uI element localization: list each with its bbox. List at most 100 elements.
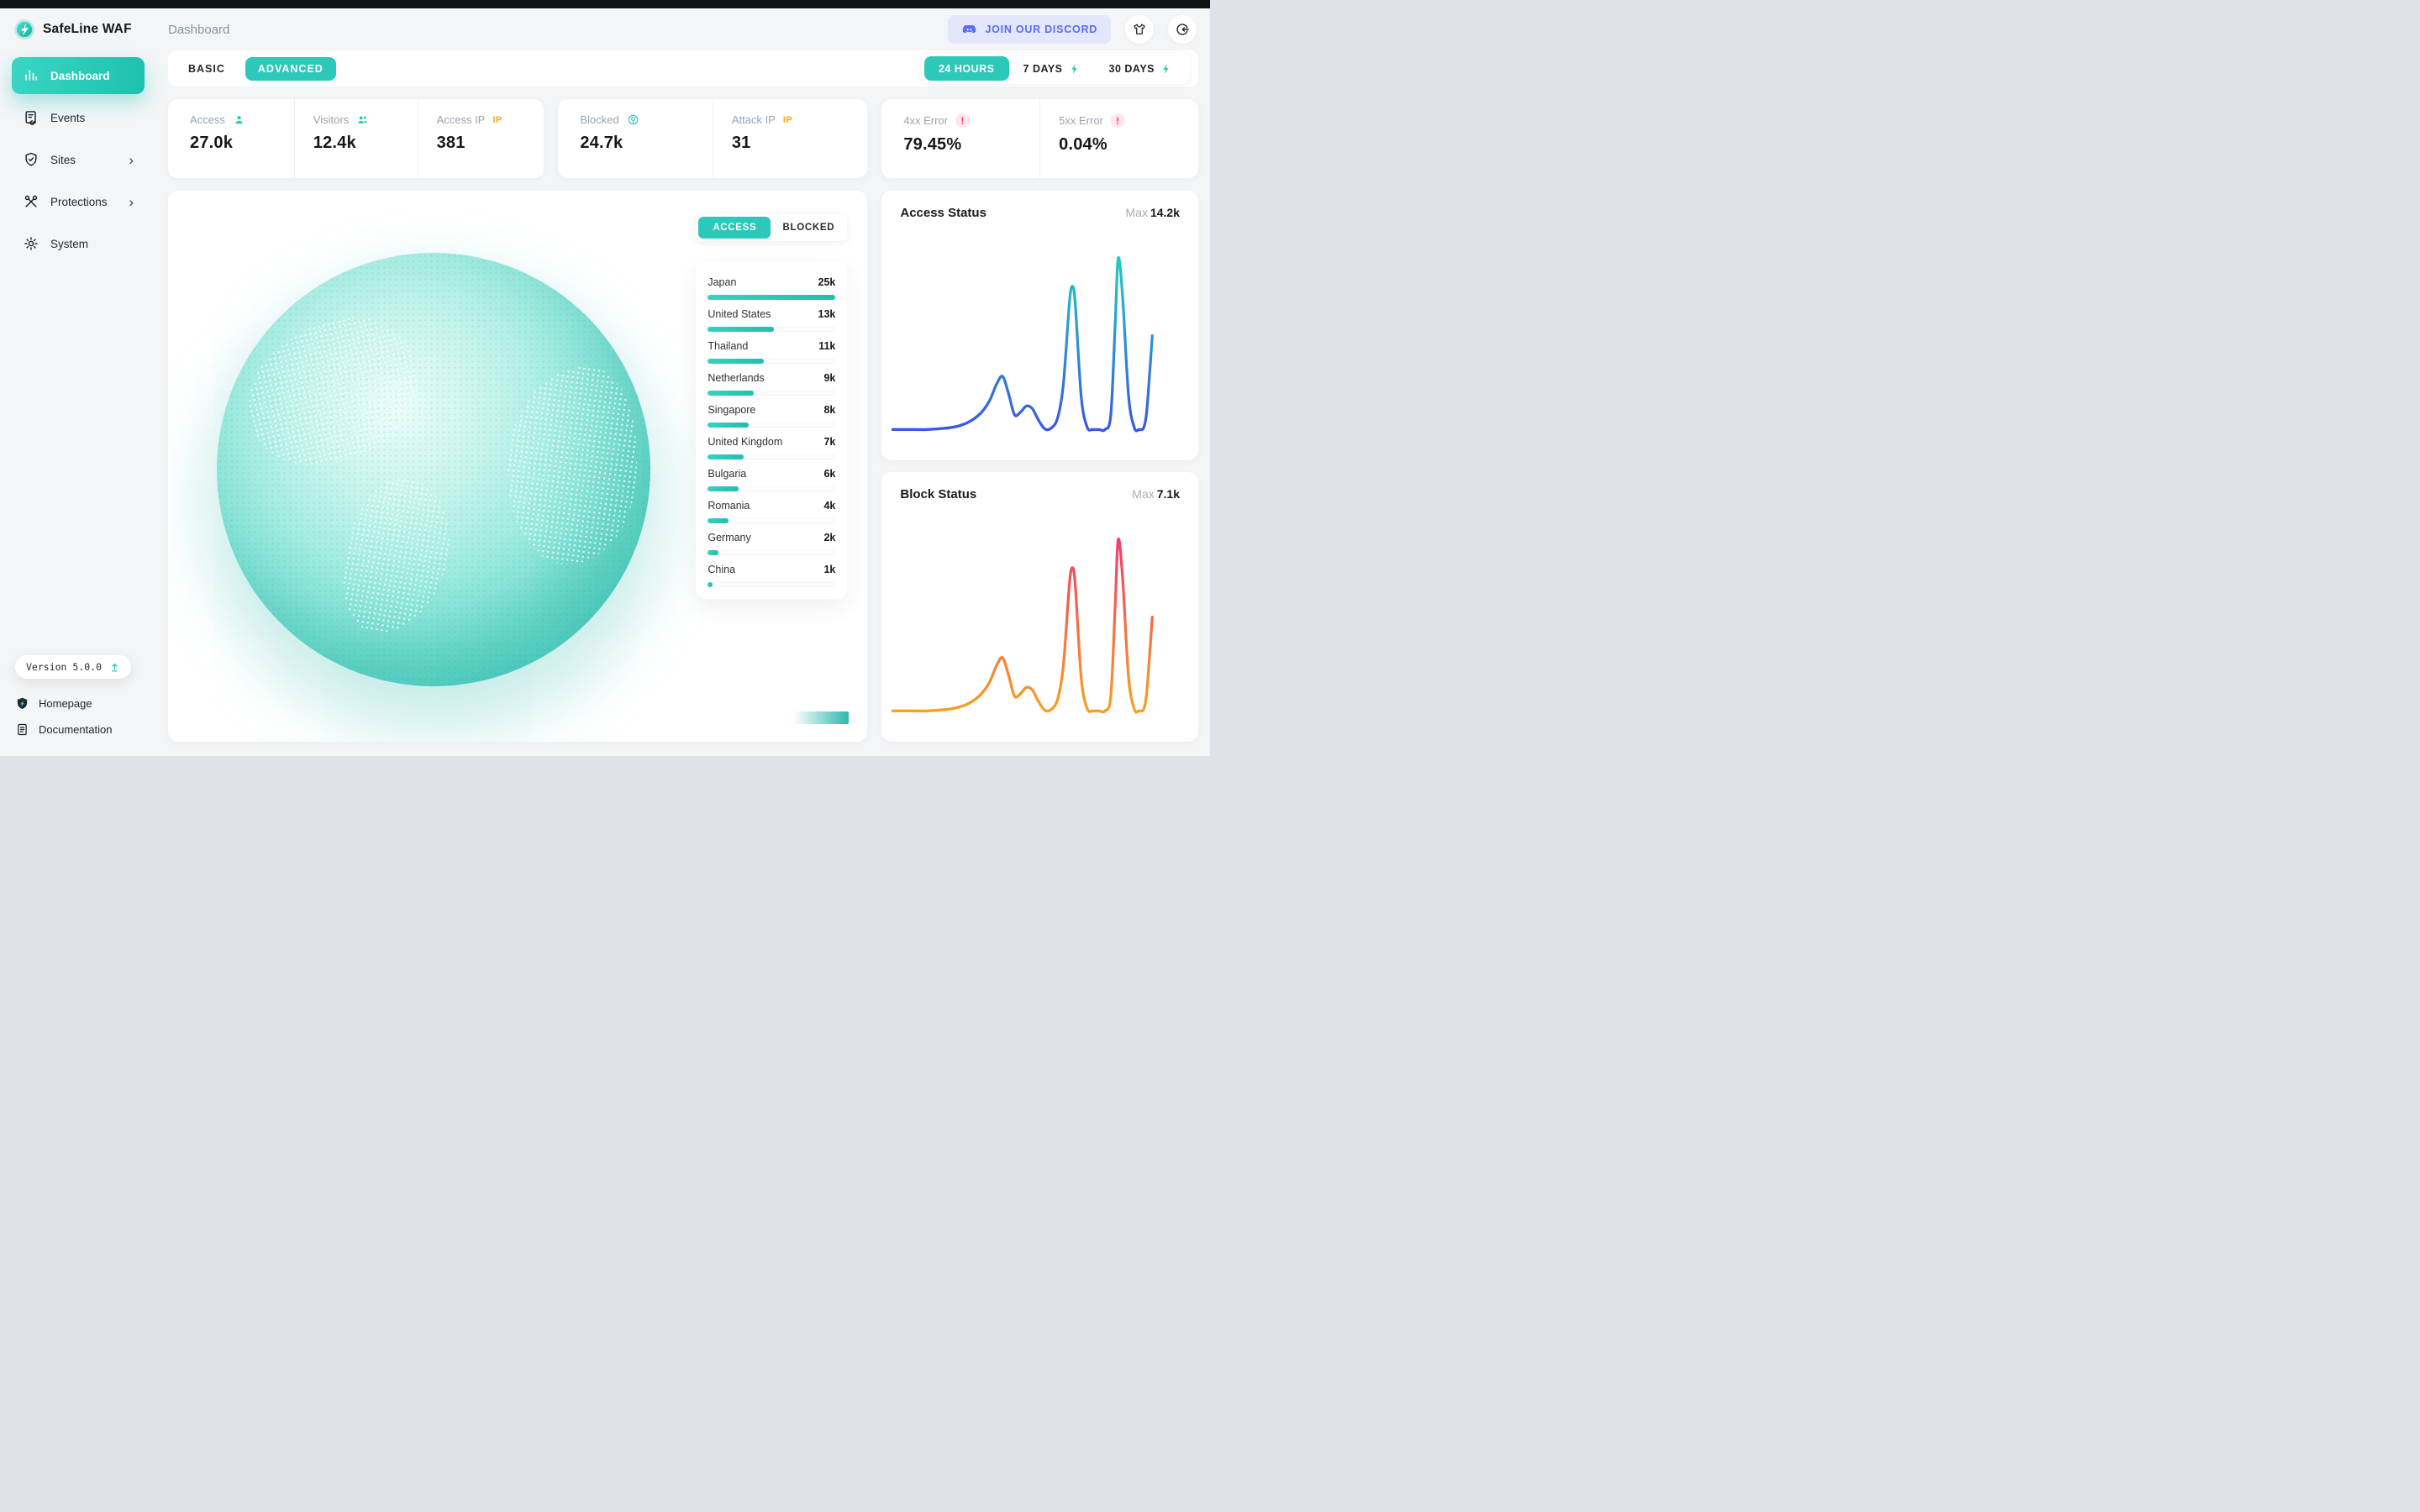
join-discord-button[interactable]: JOIN OUR DISCORD xyxy=(948,15,1111,44)
sidebar-link-label: Documentation xyxy=(39,723,113,736)
country-value: 8k xyxy=(823,404,836,416)
time-range-7-days[interactable]: 7 DAYS xyxy=(1009,56,1095,81)
main-content: BASIC ADVANCED 24 HOURS 7 DAYS 30 DAYS Acce… xyxy=(156,50,1210,756)
stat-label: Access IP xyxy=(436,113,486,126)
access-line-chart xyxy=(892,256,1155,433)
sidebar-link-homepage[interactable]: Homepage xyxy=(15,690,141,717)
access-status-card: Access Status Max 14.2k xyxy=(881,191,1198,460)
country-name: Netherlands xyxy=(708,372,765,384)
stat-value: 79.45% xyxy=(903,135,962,154)
discord-label: JOIN OUR DISCORD xyxy=(985,24,1097,35)
country-name: United States xyxy=(708,308,771,320)
stats-row: Access 27.0k Visitors 12.4k Access IP IP 381 Bl… xyxy=(168,99,1198,178)
version-badge[interactable]: Version 5.0.0 xyxy=(15,655,132,679)
mode-tab-basic[interactable]: BASIC xyxy=(187,58,227,80)
app-root: SafeLine WAF Dashboard JOIN OUR DISCORD xyxy=(0,0,1210,756)
country-row-bulgaria: Bulgaria 6k xyxy=(708,459,836,491)
sidebar-links: Homepage Documentation xyxy=(15,690,141,743)
ip-badge: IP xyxy=(492,114,502,125)
mode-tab-advanced[interactable]: ADVANCED xyxy=(245,56,336,81)
stat-card-3: 4xx Error! 79.45% 5xx Error! 0.04% xyxy=(881,99,1198,178)
sidebar-item-protections[interactable]: Protections › xyxy=(12,183,145,220)
country-value: 4k xyxy=(823,500,836,512)
logout-button[interactable] xyxy=(1168,15,1197,44)
discord-icon xyxy=(961,22,977,38)
people-icon xyxy=(356,113,369,126)
map-gradient-legend xyxy=(793,711,850,724)
country-name: Singapore xyxy=(708,404,756,416)
time-range-24-hours[interactable]: 24 HOURS xyxy=(923,56,1009,81)
ip-badge: IP xyxy=(782,114,792,125)
stat-label: Attack IP xyxy=(731,113,776,126)
sidebar-item-dashboard[interactable]: Dashboard xyxy=(12,57,145,94)
stat-label: 4xx Error xyxy=(903,114,949,127)
country-value: 7k xyxy=(823,436,836,448)
globe-visualization xyxy=(217,253,651,686)
app-logo-icon xyxy=(13,18,35,40)
time-range-30-days[interactable]: 30 DAYS xyxy=(1095,56,1186,81)
country-row-china: China 1k xyxy=(708,555,836,587)
stat-visitors: Visitors 12.4k xyxy=(293,99,418,178)
chart-max: Max 14.2k xyxy=(1125,206,1181,219)
sidebar-item-events[interactable]: Events xyxy=(12,99,145,136)
update-arrow-icon xyxy=(109,662,120,673)
map-toggle-blocked[interactable]: BLOCKED xyxy=(772,217,844,239)
breadcrumb: Dashboard xyxy=(168,22,230,37)
sidebar-item-label: Events xyxy=(50,111,86,124)
country-value: 13k xyxy=(818,308,836,320)
chart-title: Block Status xyxy=(900,487,977,501)
time-range-label: 24 HOURS xyxy=(938,62,995,75)
country-name: Bulgaria xyxy=(708,468,747,480)
version-label: Version 5.0.0 xyxy=(26,661,103,673)
window-edge xyxy=(0,0,1210,8)
topbar: SafeLine WAF Dashboard JOIN OUR DISCORD xyxy=(0,8,1210,50)
country-ranking-panel: Japan 25k United States 13k Thailand 11k Nethe… xyxy=(696,261,848,599)
country-name: Germany xyxy=(708,532,751,543)
brand: SafeLine WAF xyxy=(13,18,156,40)
sidebar-item-label: Dashboard xyxy=(50,69,110,82)
alert-badge: ! xyxy=(955,113,971,128)
country-name: Japan xyxy=(708,276,737,288)
stat-value: 12.4k xyxy=(313,134,356,152)
country-list: Japan 25k United States 13k Thailand 11k Nethe… xyxy=(708,268,836,587)
app-name: SafeLine WAF xyxy=(43,22,132,36)
country-name: Romania xyxy=(708,500,750,512)
stat-value: 31 xyxy=(731,134,751,152)
stat-value: 381 xyxy=(436,134,466,152)
sidebar-link-label: Homepage xyxy=(39,697,92,710)
sidebar-link-documentation[interactable]: Documentation xyxy=(15,717,141,743)
stat-access: Access 27.0k xyxy=(171,99,294,178)
sidebar-item-label: Sites xyxy=(50,153,76,166)
country-value: 2k xyxy=(823,532,836,543)
bolt-icon xyxy=(1069,63,1081,75)
tshirt-button[interactable] xyxy=(1125,15,1154,44)
mode-tabs: BASIC ADVANCED xyxy=(187,56,336,81)
map-toggle-access[interactable]: ACCESS xyxy=(698,217,771,239)
bolt-icon xyxy=(1160,63,1172,75)
chart-max: Max 7.1k xyxy=(1132,487,1180,501)
chevron-right-icon: › xyxy=(129,151,134,168)
chart-title: Access Status xyxy=(900,206,986,220)
toolbar: BASIC ADVANCED 24 HOURS 7 DAYS 30 DAYS xyxy=(168,50,1198,87)
stat-label: Blocked xyxy=(580,113,619,126)
stat-attack-ip: Attack IP IP 31 xyxy=(712,99,865,178)
country-row-netherlands: Netherlands 9k xyxy=(708,364,836,396)
chart-header: Access Status Max 14.2k xyxy=(900,206,1180,220)
country-value: 25k xyxy=(818,276,836,288)
stat-value: 0.04% xyxy=(1059,135,1107,154)
sidebar-item-system[interactable]: System xyxy=(12,225,145,262)
sidebar-item-sites[interactable]: Sites › xyxy=(12,141,145,178)
country-row-singapore: Singapore 8k xyxy=(708,396,836,428)
tshirt-icon xyxy=(1132,22,1147,37)
logout-icon xyxy=(1175,22,1190,37)
tools-icon xyxy=(23,193,39,210)
country-name: United Kingdom xyxy=(708,436,783,448)
chevron-right-icon: › xyxy=(129,193,134,210)
gear-icon xyxy=(23,235,39,252)
country-row-thailand: Thailand 11k xyxy=(708,332,836,364)
sidebar-item-label: System xyxy=(50,237,89,250)
stat-value: 24.7k xyxy=(580,134,623,152)
stat-access-ip: Access IP IP 381 xyxy=(417,99,541,178)
sidebar: Dashboard Events Sites › Protections › System … xyxy=(0,50,156,756)
stat-5xx-error: 5xx Error! 0.04% xyxy=(1039,99,1195,178)
